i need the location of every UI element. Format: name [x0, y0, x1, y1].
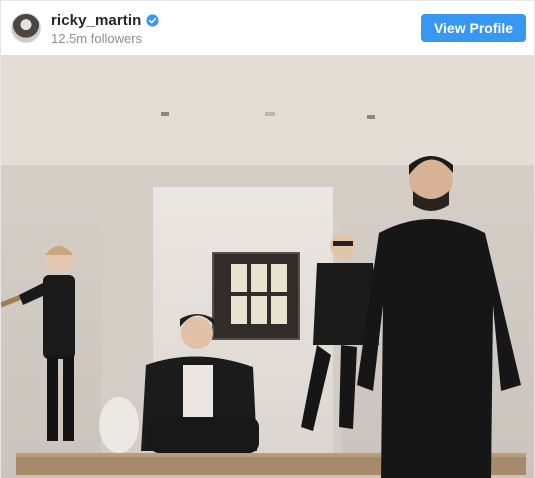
- profile-avatar[interactable]: [11, 13, 41, 43]
- verified-badge-icon: [146, 14, 160, 27]
- username[interactable]: ricky_martin: [51, 12, 141, 29]
- username-row: ricky_martin: [51, 12, 160, 29]
- photo-illustration: [1, 55, 534, 478]
- post-photo[interactable]: [1, 55, 534, 478]
- post-header: ricky_martin 12.5m followers View Profil…: [1, 1, 534, 55]
- view-profile-button[interactable]: View Profile: [421, 14, 526, 42]
- instagram-embed-card: ricky_martin 12.5m followers View Profil…: [0, 0, 535, 478]
- follower-count: 12.5m followers: [51, 31, 143, 46]
